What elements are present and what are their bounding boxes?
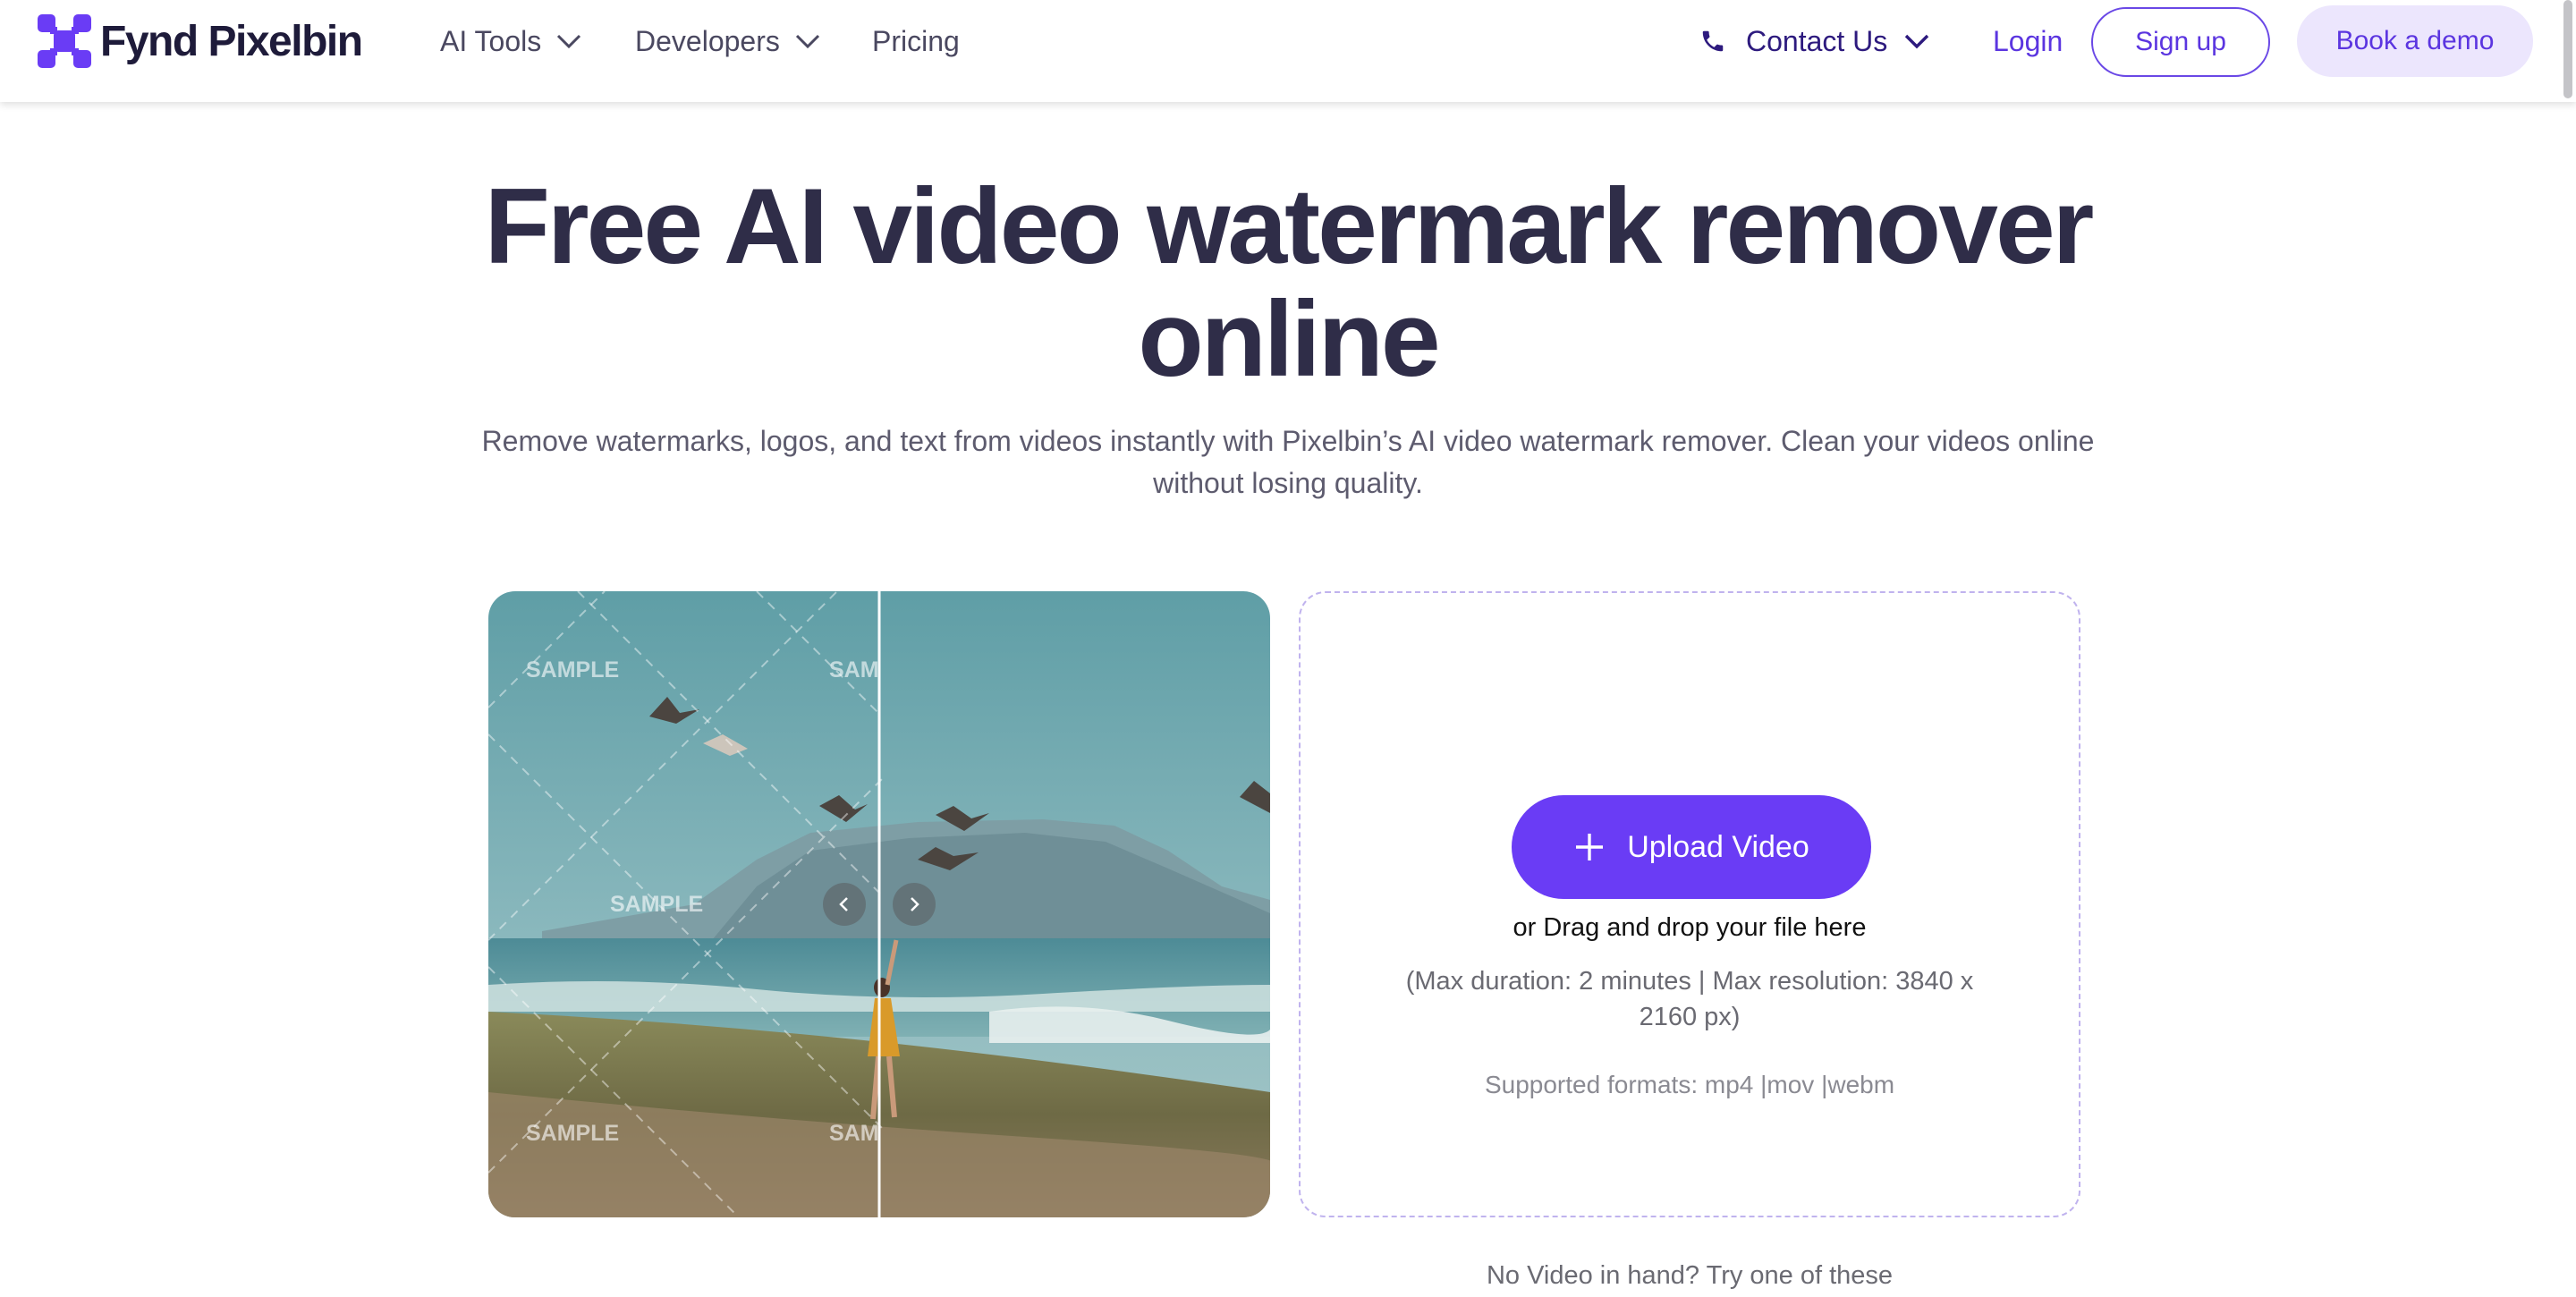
chevron-down-icon	[1905, 34, 1929, 49]
before-after-preview[interactable]: SAMPLE SAM SAMPLE SAMPLE SAM	[488, 591, 1270, 1217]
nav-developers[interactable]: Developers	[635, 20, 821, 63]
slider-left-button[interactable]	[823, 883, 866, 926]
top-navbar: Fynd Pixelbin AI Tools Developers Pricin…	[0, 0, 2576, 102]
contact-us-label: Contact Us	[1746, 24, 1888, 57]
page-subtitle: Remove watermarks, logos, and text from …	[394, 420, 2182, 504]
contact-us-dropdown[interactable]: Contact Us	[1699, 20, 1930, 63]
title-line-2: online	[1138, 279, 1440, 399]
title-line-1: Free AI video watermark remover	[484, 166, 2095, 286]
chevron-right-icon	[911, 897, 919, 911]
slider-right-button[interactable]	[893, 883, 936, 926]
page-title: Free AI video watermark remover online	[394, 170, 2182, 395]
supported-formats-text: Supported formats: mp4 |mov |webm	[1484, 1071, 1895, 1098]
watermark-label: SAM	[829, 657, 879, 682]
watermark-label: SAMPLE	[610, 892, 704, 917]
pixelbin-logo-icon	[38, 14, 91, 68]
nav-ai-tools-label: AI Tools	[440, 24, 542, 57]
chevron-left-icon	[839, 897, 848, 911]
watermark-label: SAMPLE	[526, 1121, 620, 1146]
upload-video-label: Upload Video	[1627, 829, 1809, 864]
book-demo-button[interactable]: Book a demo	[2297, 5, 2533, 77]
phone-icon	[1702, 30, 1724, 52]
page-scrollbar[interactable]	[2563, 0, 2572, 98]
upload-dropzone[interactable]: Upload Video or Drag and drop your file …	[1299, 591, 2080, 1217]
signup-button[interactable]: Sign up	[2091, 7, 2270, 77]
nav-pricing-label: Pricing	[872, 24, 960, 57]
chevron-down-icon	[795, 34, 819, 49]
nav-ai-tools[interactable]: AI Tools	[440, 20, 582, 63]
watermark-label: SAM	[829, 1121, 879, 1146]
subtitle-line-1: Remove watermarks, logos, and text from …	[481, 425, 2095, 457]
upload-video-button[interactable]: Upload Video	[1512, 795, 1871, 899]
subtitle-line-2: without losing quality.	[1153, 467, 1423, 499]
sample-videos-prompt: No Video in hand? Try one of these	[1486, 1261, 1894, 1290]
chevron-down-icon	[557, 34, 581, 49]
nav-developers-label: Developers	[635, 24, 780, 57]
brand-logo[interactable]: Fynd Pixelbin	[36, 13, 363, 70]
drag-drop-text: or Drag and drop your file here	[1513, 913, 1867, 942]
brand-name: Fynd Pixelbin	[100, 17, 363, 65]
nav-pricing[interactable]: Pricing	[872, 20, 960, 63]
plus-icon	[1576, 834, 1604, 860]
login-link[interactable]: Login	[1993, 20, 2063, 63]
upload-limits-text: (Max duration: 2 minutes | Max resolutio…	[1405, 967, 1974, 1031]
watermark-label: SAMPLE	[526, 657, 620, 682]
